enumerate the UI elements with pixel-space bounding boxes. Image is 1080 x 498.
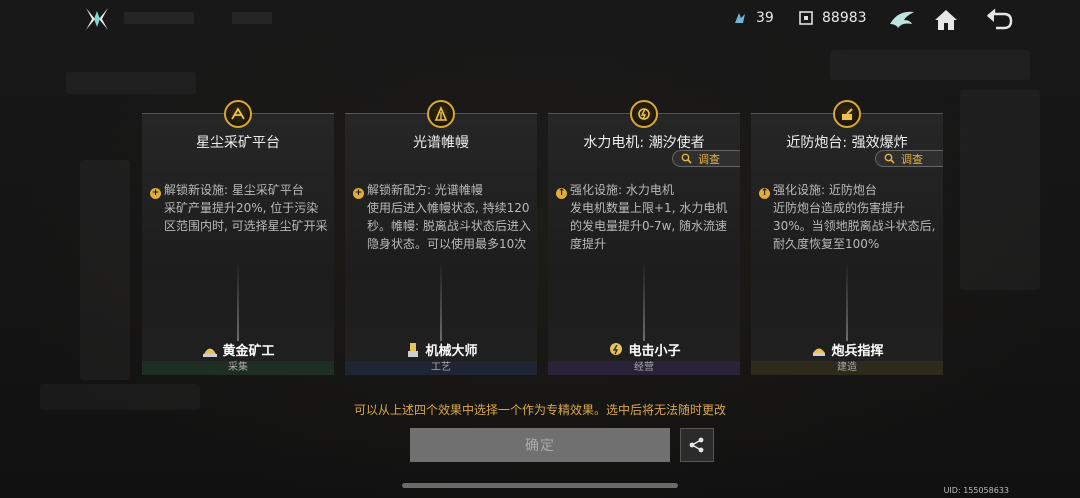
spectrum-tent-icon bbox=[427, 100, 455, 128]
card-description: ↑ 强化设施: 近防炮台 近防炮台造成的伤害提升30%。当领地脱离战斗状态后, 耐… bbox=[759, 181, 937, 253]
card-desc-rest: 采矿产量提升20%, 位于污染区范围内时, 可选择星尘矿开采 bbox=[164, 201, 328, 233]
generator-icon bbox=[630, 100, 658, 128]
specialization-card-spectrum[interactable]: 光谱帷幔 + 解锁新配方: 光谱帷幔 使用后进入帷幔状态, 持续120秒。帷幔: … bbox=[345, 100, 537, 375]
home-button[interactable] bbox=[930, 4, 962, 36]
bg-ghost-panel bbox=[830, 50, 1030, 80]
hero-label: 电击小子 bbox=[548, 340, 740, 359]
share-icon bbox=[689, 437, 704, 453]
plus-bullet-icon: + bbox=[353, 188, 364, 199]
resource-crystal: 39 bbox=[732, 10, 774, 26]
back-arrow-icon bbox=[987, 8, 1013, 30]
home-icon bbox=[935, 10, 957, 30]
magnifier-icon bbox=[884, 153, 895, 164]
selection-hint: 可以从上述四个效果中选择一个作为专精效果。选中后将无法随时更改 bbox=[353, 403, 726, 417]
faction-emblem-button[interactable] bbox=[886, 4, 918, 36]
bg-ghost-title bbox=[124, 12, 194, 24]
mining-platform-icon bbox=[224, 100, 252, 128]
bg-ghost-panel bbox=[960, 90, 1040, 290]
light-beam bbox=[846, 261, 848, 341]
specialization-card-turret[interactable]: 近防炮台: 强效爆炸 调查 ↑ 强化设施: 近防炮台 近防炮台造成的伤害提升30%… bbox=[751, 100, 943, 375]
light-beam bbox=[237, 261, 239, 341]
card-desc-rest: 使用后进入帷幔状态, 持续120秒。帷幔: 脱离战斗状态后进入隐身状态。可以使用… bbox=[367, 201, 531, 251]
crystal-icon bbox=[732, 10, 748, 26]
share-button[interactable] bbox=[680, 428, 714, 462]
hero-name: 炮兵指挥 bbox=[831, 344, 884, 359]
bg-ghost-title bbox=[232, 12, 272, 24]
card-desc-first: 解锁新配方: 光谱帷幔 bbox=[367, 183, 483, 197]
hero-label: 黄金矿工 bbox=[142, 340, 334, 359]
hero-label: 炮兵指挥 bbox=[751, 340, 943, 359]
category-tag: 经营 bbox=[548, 361, 740, 375]
resource-chip: 88983 bbox=[798, 10, 867, 26]
light-beam bbox=[643, 261, 645, 341]
resource-chip-value: 88983 bbox=[822, 10, 867, 26]
bg-ghost-panel bbox=[80, 160, 130, 380]
magnifier-icon bbox=[681, 153, 692, 164]
bg-ghost-panel bbox=[66, 72, 196, 94]
card-desc-first: 强化设施: 水力电机 bbox=[570, 183, 674, 197]
hero-name: 电击小子 bbox=[628, 344, 681, 359]
electric-bulb-icon bbox=[607, 341, 625, 359]
category-tag: 建造 bbox=[751, 361, 943, 375]
card-description: + 解锁新设施: 星尘采矿平台 采矿产量提升20%, 位于污染区范围内时, 可选择… bbox=[150, 181, 328, 235]
category-tag: 工艺 bbox=[345, 361, 537, 375]
game-logo-icon[interactable] bbox=[84, 6, 110, 32]
plus-bullet-icon: + bbox=[150, 188, 161, 199]
upgrade-bullet-icon: ↑ bbox=[759, 188, 770, 199]
turret-icon bbox=[833, 100, 861, 128]
miner-helmet-icon bbox=[201, 341, 219, 359]
user-id: UID: 155058633 bbox=[943, 486, 1009, 495]
card-title: 水力电机: 潮汐使者 bbox=[583, 135, 705, 151]
mechanic-icon bbox=[404, 341, 422, 359]
card-description: ↑ 强化设施: 水力电机 发电机数量上限+1, 水力电机的发电量提升0-7w, 随… bbox=[556, 181, 734, 253]
hero-name: 黄金矿工 bbox=[222, 344, 275, 359]
investigate-button[interactable]: 调查 bbox=[672, 150, 740, 167]
card-desc-first: 解锁新设施: 星尘采矿平台 bbox=[164, 183, 304, 197]
category-tag: 采集 bbox=[142, 361, 334, 375]
investigate-button[interactable]: 调查 bbox=[875, 150, 943, 167]
back-button[interactable] bbox=[983, 4, 1015, 36]
card-description: + 解锁新配方: 光谱帷幔 使用后进入帷幔状态, 持续120秒。帷幔: 脱离战斗状… bbox=[353, 181, 531, 253]
investigate-label: 调查 bbox=[698, 152, 720, 166]
investigate-label: 调查 bbox=[901, 152, 923, 166]
specialization-card-generator[interactable]: 水力电机: 潮汐使者 调查 ↑ 强化设施: 水力电机 发电机数量上限+1, 水力电… bbox=[548, 100, 740, 375]
chip-icon bbox=[798, 10, 814, 26]
hero-label: 机械大师 bbox=[345, 340, 537, 359]
resource-crystal-value: 39 bbox=[756, 10, 774, 26]
card-title: 光谱帷幔 bbox=[413, 135, 469, 151]
home-indicator-bar[interactable] bbox=[402, 483, 678, 488]
wing-icon bbox=[890, 11, 914, 28]
confirm-button[interactable]: 确定 bbox=[410, 428, 670, 462]
artillery-helmet-icon bbox=[810, 341, 828, 359]
card-desc-first: 强化设施: 近防炮台 bbox=[773, 183, 877, 197]
card-desc-rest: 近防炮台造成的伤害提升30%。当领地脱离战斗状态后, 耐久度恢复至100% bbox=[773, 201, 936, 251]
upgrade-bullet-icon: ↑ bbox=[556, 188, 567, 199]
card-title: 星尘采矿平台 bbox=[196, 135, 280, 151]
light-beam bbox=[440, 261, 442, 341]
specialization-card-mining[interactable]: 星尘采矿平台 + 解锁新设施: 星尘采矿平台 采矿产量提升20%, 位于污染区范围… bbox=[142, 100, 334, 375]
card-title: 近防炮台: 强效爆炸 bbox=[786, 135, 908, 151]
card-desc-rest: 发电机数量上限+1, 水力电机的发电量提升0-7w, 随水流速度提升 bbox=[570, 201, 728, 251]
hero-name: 机械大师 bbox=[425, 344, 478, 359]
